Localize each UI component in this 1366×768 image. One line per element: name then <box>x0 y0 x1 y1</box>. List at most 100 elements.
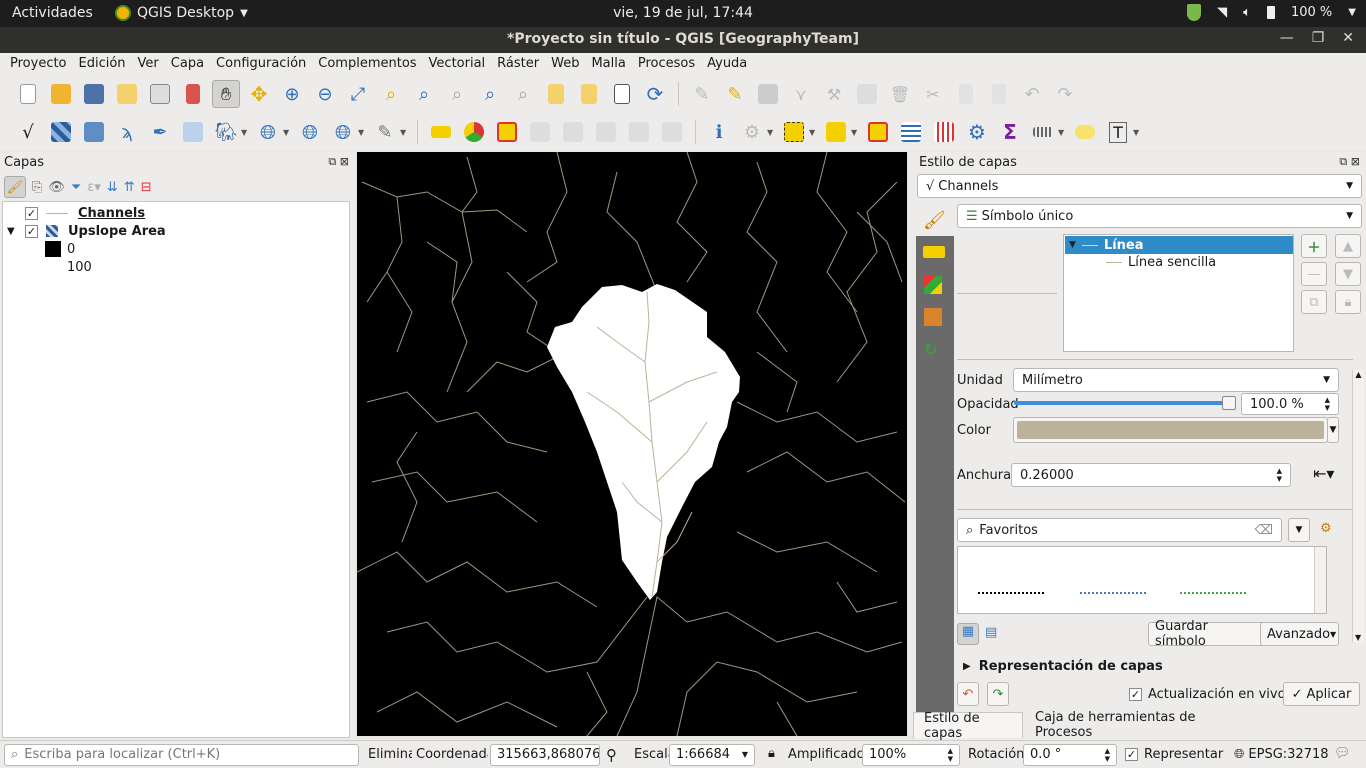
filter-icon[interactable]: ⏷ <box>71 180 81 195</box>
show-hide-labels-button[interactable] <box>559 118 587 146</box>
modify-attributes-button[interactable] <box>853 80 881 108</box>
menu-raster[interactable]: Ráster <box>491 53 545 75</box>
symbol-preview-green-dots[interactable] <box>1180 592 1246 594</box>
zoom-native-button[interactable]: ⌕ <box>443 80 471 108</box>
zoom-in-button[interactable]: ⊕ <box>278 80 306 108</box>
label-toolbar-button[interactable] <box>427 118 455 146</box>
remove-symbol-layer-button[interactable]: — <box>1301 262 1327 286</box>
change-label-button[interactable] <box>658 118 686 146</box>
add-wcs-button[interactable]: 🌐︎ <box>329 118 357 146</box>
menu-capa[interactable]: Capa <box>165 53 210 75</box>
chevron-down-icon[interactable]: ▼ <box>1133 128 1141 137</box>
layer-visibility-checkbox[interactable]: ✓ <box>25 206 38 220</box>
zoom-next-button[interactable]: ⌕ <box>509 80 537 108</box>
extents-toggle-icon[interactable]: ⚲ <box>606 746 617 764</box>
statistics-button[interactable]: Σ <box>996 118 1024 146</box>
new-vector-layer-button[interactable]: √ <box>14 118 42 146</box>
identify-button[interactable]: ℹ <box>705 118 733 146</box>
tab-processing-toolbox[interactable]: Caja de herramientas de Procesos <box>1025 710 1245 740</box>
unit-selector[interactable]: Milímetro ▼ <box>1013 368 1339 392</box>
layout-manager-button[interactable] <box>146 80 174 108</box>
live-update-toggle[interactable]: ✓ Actualización en vivo <box>1129 687 1286 702</box>
apply-button[interactable]: ✓ Aplicar <box>1283 682 1360 706</box>
scale-selector[interactable]: 1:66684 ▼ <box>669 744 755 766</box>
save-edits-button[interactable] <box>754 80 782 108</box>
crs-button[interactable]: 🌐︎ EPSG:32718 <box>1234 747 1329 762</box>
menu-edicion[interactable]: Edición <box>73 53 132 75</box>
symbol-preview-black-dots[interactable] <box>978 592 1044 594</box>
add-symbol-layer-button[interactable]: ＋ <box>1301 234 1327 258</box>
style-manager-button[interactable] <box>179 80 207 108</box>
render-toggle[interactable]: ✓ Representar <box>1125 747 1223 762</box>
cut-features-button[interactable]: ✂ <box>919 80 947 108</box>
open-project-button[interactable] <box>47 80 75 108</box>
layer-row-channels[interactable]: ✓ Channels <box>25 204 145 222</box>
move-up-button[interactable]: ▲ <box>1335 234 1361 258</box>
icon-view-button[interactable]: ▦ <box>957 623 979 645</box>
scroll-down-icon[interactable]: ▼ <box>1355 633 1361 642</box>
dock-close-icon[interactable]: ⧉ ⊠ <box>1339 155 1360 169</box>
menu-ayuda[interactable]: Ayuda <box>701 53 753 75</box>
digitize-button[interactable]: ✎ <box>371 118 399 146</box>
refresh-button[interactable]: ⟳ <box>641 80 669 108</box>
messages-icon[interactable]: 💬︎ <box>1334 746 1351 761</box>
rotate-label-button[interactable] <box>625 118 653 146</box>
copy-features-button[interactable] <box>952 80 980 108</box>
save-project-button[interactable] <box>80 80 108 108</box>
rotation-spinbox[interactable]: 0.0 ° ▲ ▼ <box>1023 744 1117 766</box>
zoom-out-button[interactable]: ⊖ <box>311 80 339 108</box>
list-view-icon[interactable]: ▤ <box>985 625 997 640</box>
opacity-slider-track[interactable] <box>1014 401 1236 405</box>
duplicate-symbol-layer-button[interactable]: ⧉ <box>1301 290 1327 314</box>
redo-style-button[interactable]: ↷ <box>987 682 1009 706</box>
chevron-down-icon[interactable]: ▼ <box>767 128 775 137</box>
diagram-button[interactable] <box>460 118 488 146</box>
paste-features-button[interactable] <box>985 80 1013 108</box>
symbol-preview-blue-dots[interactable] <box>1080 592 1146 594</box>
favorites-scrollbar[interactable] <box>1314 547 1326 613</box>
pin-labels-button[interactable] <box>493 118 521 146</box>
chevron-down-icon[interactable]: ▼ <box>400 128 408 137</box>
vertex-tool-button[interactable]: ⚒ <box>820 80 848 108</box>
scroll-up-icon[interactable]: ▲ <box>1353 370 1364 379</box>
move-down-button[interactable]: ▼ <box>1335 262 1361 286</box>
advanced-button[interactable]: Avanzado ▼ <box>1260 622 1339 646</box>
add-virtual-layer-button[interactable] <box>179 118 207 146</box>
add-spatialite-button[interactable]: ✒ <box>146 118 174 146</box>
undo-style-button[interactable]: ↶ <box>957 682 979 706</box>
highlight-labels-button[interactable] <box>526 118 554 146</box>
attribute-table-button[interactable] <box>897 118 925 146</box>
menu-ver[interactable]: Ver <box>132 53 165 75</box>
show-bookmarks-button[interactable] <box>575 80 603 108</box>
activities-button[interactable]: Actividades <box>12 5 93 21</box>
open-styling-button[interactable]: 🖌︎ <box>4 176 26 198</box>
mask-tab-icon[interactable] <box>924 308 942 326</box>
expand-all-icon[interactable]: ⇊ <box>107 180 118 195</box>
data-defined-override-icon[interactable]: ⇤▾ <box>1313 464 1334 483</box>
deselect-button[interactable] <box>864 118 892 146</box>
width-spinbox[interactable]: 0.26000 ▲ ▼ <box>1011 463 1291 487</box>
remove-layer-icon[interactable]: ⊟ <box>141 180 152 195</box>
collapse-all-icon[interactable]: ⇈ <box>124 180 135 195</box>
render-checkbox[interactable]: ✓ <box>1125 748 1138 761</box>
temporal-controller-button[interactable] <box>608 80 636 108</box>
zoom-layer-button[interactable]: ⌕ <box>410 80 438 108</box>
pan-to-selection-button[interactable]: ✥ <box>245 80 273 108</box>
text-annotation-button[interactable]: T <box>1104 118 1132 146</box>
zoom-selection-button[interactable]: ⌕ <box>377 80 405 108</box>
select-by-value-button[interactable] <box>822 118 850 146</box>
select-features-button[interactable] <box>780 118 808 146</box>
minimize-icon[interactable]: — <box>1280 30 1294 46</box>
measure-button[interactable] <box>1029 118 1057 146</box>
color-menu-button[interactable]: ▼ <box>1327 417 1339 443</box>
add-group-icon[interactable]: ⎘ <box>32 180 42 195</box>
properties-scrollbar[interactable]: ▲ ▼ <box>1352 370 1364 642</box>
add-feature-button[interactable]: ⋎ <box>787 80 815 108</box>
redo-button[interactable]: ↷ <box>1051 80 1079 108</box>
system-tray[interactable]: ◥ 🔈︎ 100 % ▼ <box>1187 4 1356 21</box>
expand-arrow-icon[interactable]: ▼ <box>7 226 25 237</box>
favorites-dropdown[interactable]: ▼ <box>1288 518 1310 542</box>
live-update-checkbox[interactable]: ✓ <box>1129 688 1142 701</box>
chevron-down-icon[interactable]: ▼ <box>241 128 249 137</box>
menu-configuracion[interactable]: Configuración <box>210 53 312 75</box>
